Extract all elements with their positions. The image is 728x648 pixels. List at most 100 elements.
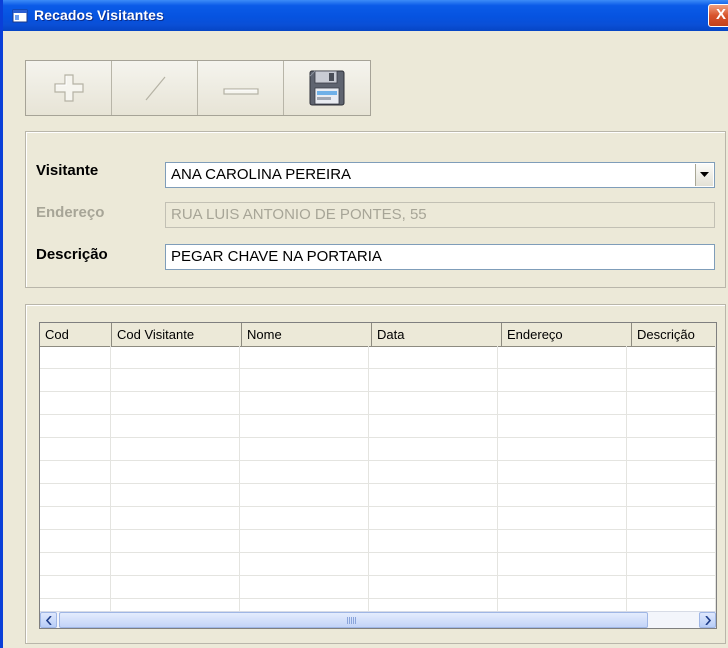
table-cell[interactable] [498,392,627,414]
table-cell[interactable] [498,346,627,368]
table-row[interactable] [40,369,716,392]
column-header-endereco[interactable]: Endereço [502,323,632,346]
table-cell[interactable] [40,484,112,506]
table-cell[interactable] [627,392,716,414]
table-cell[interactable] [40,392,112,414]
table-row[interactable] [40,346,716,369]
table-cell[interactable] [240,484,370,506]
column-header-cod[interactable]: Cod [40,323,112,346]
table-cell[interactable] [369,392,498,414]
table-row[interactable] [40,530,716,553]
table-cell[interactable] [40,576,112,598]
table-cell[interactable] [40,438,112,460]
save-button[interactable] [284,61,370,115]
table-cell[interactable] [240,346,370,368]
table-cell[interactable] [369,507,498,529]
table-cell[interactable] [111,392,241,414]
close-button[interactable]: X [708,4,728,27]
edit-button[interactable] [112,61,198,115]
table-cell[interactable] [369,438,498,460]
visitante-dropdown-button[interactable] [695,164,713,186]
table-cell[interactable] [369,553,498,575]
title-bar[interactable]: Recados Visitantes X [3,0,728,31]
delete-button[interactable] [198,61,284,115]
table-cell[interactable] [498,530,627,552]
table-cell[interactable] [240,553,370,575]
scroll-left-button[interactable] [40,612,57,628]
table-cell[interactable] [240,576,370,598]
table-cell[interactable] [498,369,627,391]
table-cell[interactable] [40,530,112,552]
table-cell[interactable] [498,415,627,437]
table-cell[interactable] [627,576,716,598]
table-cell[interactable] [111,530,241,552]
table-cell[interactable] [498,484,627,506]
table-cell[interactable] [111,461,241,483]
table-cell[interactable] [627,369,716,391]
column-header-cod-visitante[interactable]: Cod Visitante [112,323,242,346]
table-cell[interactable] [111,415,241,437]
table-cell[interactable] [240,438,370,460]
table-cell[interactable] [498,576,627,598]
table-cell[interactable] [240,530,370,552]
table-cell[interactable] [111,507,241,529]
table-row[interactable] [40,438,716,461]
table-cell[interactable] [369,461,498,483]
table-cell[interactable] [240,392,370,414]
table-row[interactable] [40,415,716,438]
scroll-grip [347,617,356,624]
grid-body[interactable] [40,346,716,622]
table-cell[interactable] [498,438,627,460]
visitante-select[interactable]: ANA CAROLINA PEREIRA [165,162,715,188]
table-cell[interactable] [498,507,627,529]
table-cell[interactable] [40,461,112,483]
table-cell[interactable] [111,484,241,506]
table-cell[interactable] [111,438,241,460]
table-cell[interactable] [40,507,112,529]
table-cell[interactable] [369,484,498,506]
column-header-data[interactable]: Data [372,323,502,346]
table-cell[interactable] [627,553,716,575]
table-cell[interactable] [111,576,241,598]
table-cell[interactable] [627,507,716,529]
scroll-right-button[interactable] [699,612,716,628]
table-row[interactable] [40,461,716,484]
table-cell[interactable] [240,369,370,391]
table-cell[interactable] [240,507,370,529]
column-header-nome[interactable]: Nome [242,323,372,346]
table-cell[interactable] [40,369,112,391]
table-row[interactable] [40,553,716,576]
table-cell[interactable] [627,484,716,506]
table-cell[interactable] [240,461,370,483]
table-cell[interactable] [40,415,112,437]
table-cell[interactable] [40,346,112,368]
table-cell[interactable] [627,530,716,552]
table-cell[interactable] [498,461,627,483]
table-cell[interactable] [369,369,498,391]
table-row[interactable] [40,576,716,599]
table-cell[interactable] [369,576,498,598]
recados-grid[interactable]: Cod Cod Visitante Nome Data Endereço Des… [39,322,717,629]
descricao-field[interactable]: PEGAR CHAVE NA PORTARIA [165,244,715,270]
table-cell[interactable] [498,553,627,575]
slash-icon [145,76,165,101]
table-cell[interactable] [627,461,716,483]
table-cell[interactable] [40,553,112,575]
column-header-descricao[interactable]: Descrição [632,323,716,346]
table-cell[interactable] [627,415,716,437]
table-cell[interactable] [627,438,716,460]
table-row[interactable] [40,484,716,507]
add-button[interactable] [26,61,112,115]
scroll-thumb[interactable] [59,612,648,628]
table-cell[interactable] [627,346,716,368]
table-cell[interactable] [111,346,241,368]
horizontal-scrollbar[interactable] [40,611,716,628]
table-cell[interactable] [240,415,370,437]
table-cell[interactable] [111,369,241,391]
table-row[interactable] [40,392,716,415]
table-cell[interactable] [369,415,498,437]
table-cell[interactable] [369,346,498,368]
table-cell[interactable] [369,530,498,552]
table-row[interactable] [40,507,716,530]
table-cell[interactable] [111,553,241,575]
